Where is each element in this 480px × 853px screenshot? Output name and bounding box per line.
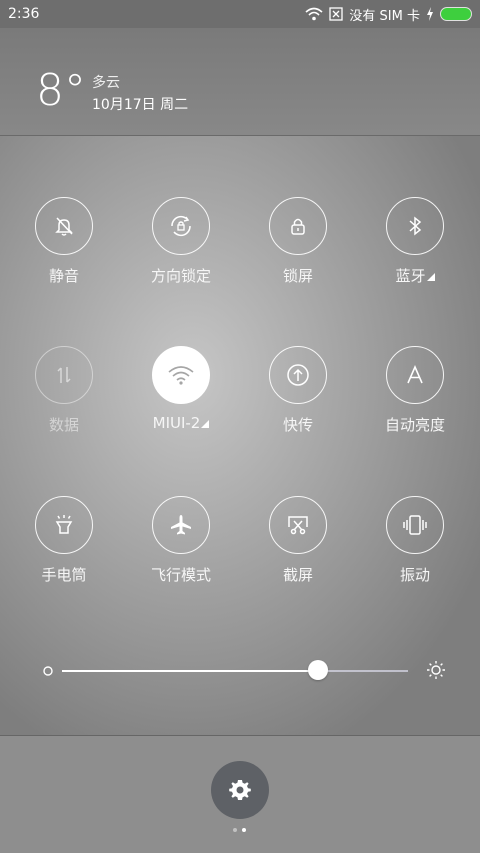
page-dot — [233, 828, 237, 832]
status-bar: 2:36 没有 SIM 卡 — [0, 0, 480, 28]
weather-widget[interactable]: 8° 多云 10月17日 周二 — [0, 28, 480, 135]
toggle-circle[interactable] — [269, 197, 327, 255]
toggle-label: 蓝牙 — [365, 265, 465, 286]
bluetooth-icon — [409, 216, 422, 236]
toggle-bluetooth[interactable]: 蓝牙 — [365, 197, 465, 286]
toggle-circle[interactable] — [152, 197, 210, 255]
toggle-circle[interactable] — [269, 496, 327, 554]
toggle-mobile-data[interactable]: 数据 — [14, 346, 114, 435]
weather-temperature: 8° — [36, 65, 86, 116]
toggle-label: 自动亮度 — [384, 416, 445, 434]
status-icons: 没有 SIM 卡 — [305, 5, 472, 24]
toggle-circle[interactable] — [386, 346, 444, 404]
toggle-label: 方向锁定 — [150, 267, 211, 285]
toggle-vibrate[interactable]: 振动 — [365, 496, 465, 585]
toggle-circle[interactable] — [35, 346, 93, 404]
toggle-circle[interactable] — [35, 197, 93, 255]
toggle-screenshot[interactable]: 截屏 — [248, 496, 348, 585]
toggle-circle[interactable] — [386, 197, 444, 255]
expand-indicator-icon — [201, 420, 210, 428]
toggle-label: 静音 — [48, 267, 79, 285]
toggle-circle[interactable] — [35, 496, 93, 554]
quick-send-icon — [287, 364, 309, 386]
brightness-low-icon — [43, 666, 53, 676]
page-dot-active — [242, 828, 246, 832]
quick-settings-panel: 静音 方向锁定 锁屏 蓝牙 数据 MIUI-2 快传 自动亮度 手电筒 飞行模式… — [0, 135, 480, 736]
toggle-airplane[interactable]: 飞行模式 — [131, 496, 231, 585]
toggle-label-text: MIUI-2 — [152, 414, 201, 432]
brightness-track[interactable] — [62, 660, 408, 680]
toggle-label: 截屏 — [282, 566, 313, 584]
bell-off-icon — [55, 217, 73, 236]
toggle-label: 振动 — [399, 566, 430, 584]
weather-date: 10月17日 周二 — [92, 97, 189, 113]
rotation-lock-icon — [171, 215, 191, 237]
toggle-circle[interactable] — [152, 496, 210, 554]
brightness-thumb[interactable] — [308, 660, 329, 680]
mobile-data-icon — [57, 367, 71, 383]
vibrate-icon — [403, 515, 427, 535]
toggle-label: 锁屏 — [282, 267, 313, 285]
settings-button[interactable] — [211, 761, 269, 819]
screenshot-icon — [288, 516, 308, 535]
sun-icon — [427, 661, 445, 679]
toggle-lock-screen[interactable]: 锁屏 — [248, 197, 348, 286]
page-indicator — [233, 828, 246, 832]
toggle-label-text: 蓝牙 — [395, 267, 426, 285]
toggle-rotation-lock[interactable]: 方向锁定 — [131, 197, 231, 286]
toggle-silent[interactable]: 静音 — [14, 197, 114, 286]
wifi-icon — [168, 366, 194, 385]
status-time: 2:36 — [8, 6, 40, 22]
toggle-circle[interactable] — [269, 346, 327, 404]
expand-indicator-icon — [426, 273, 435, 281]
wifi-status-icon — [305, 7, 323, 21]
toggle-quick-send[interactable]: 快传 — [248, 346, 348, 435]
toggle-flashlight[interactable]: 手电筒 — [14, 496, 114, 585]
toggle-label: 快传 — [282, 416, 313, 434]
flashlight-icon — [55, 515, 73, 534]
toggle-label: MIUI-2 — [131, 414, 231, 432]
airplane-icon — [171, 515, 191, 535]
toggle-circle[interactable] — [152, 346, 210, 404]
bottom-bar — [0, 735, 480, 853]
brightness-fill — [62, 670, 319, 672]
no-sim-text: 没有 SIM 卡 — [349, 8, 420, 24]
no-sim-icon — [329, 7, 344, 21]
brightness-slider[interactable] — [38, 656, 446, 686]
battery-icon — [440, 7, 472, 21]
toggle-label: 手电筒 — [41, 566, 87, 584]
weather-condition: 多云 — [92, 75, 120, 91]
gear-icon — [229, 780, 251, 800]
lock-icon — [291, 218, 305, 235]
toggle-circle[interactable] — [386, 496, 444, 554]
toggle-wifi[interactable]: MIUI-2 — [131, 346, 231, 432]
charging-icon — [427, 7, 433, 21]
toggle-label: 飞行模式 — [150, 566, 211, 584]
auto-brightness-icon — [407, 365, 423, 384]
toggle-auto-brightness[interactable]: 自动亮度 — [365, 346, 465, 435]
toggle-label: 数据 — [48, 416, 79, 434]
